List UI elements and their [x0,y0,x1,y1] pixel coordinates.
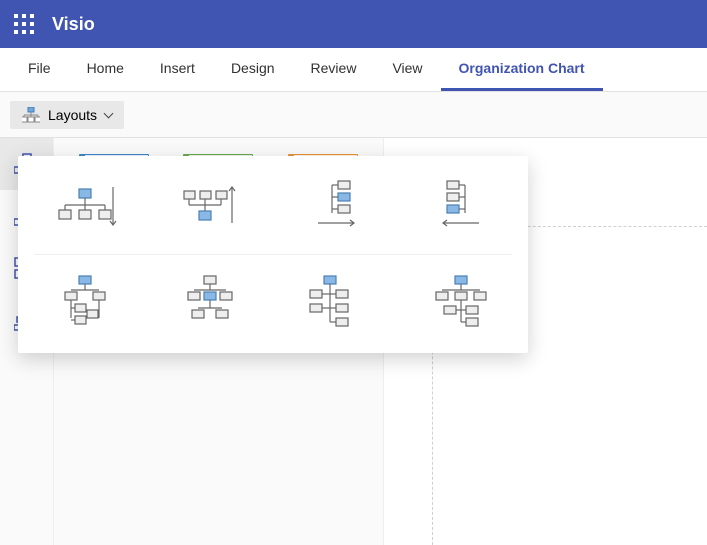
tab-view[interactable]: View [374,48,440,91]
tab-insert[interactable]: Insert [142,48,213,91]
tab-design[interactable]: Design [213,48,293,91]
layout-option-horizontal-center-down[interactable] [22,164,148,250]
layout-option-vertical-right[interactable] [399,164,525,250]
titlebar: Visio [0,0,707,48]
layouts-button[interactable]: Layouts [10,101,124,129]
layout-option-hybrid-2[interactable] [148,259,274,345]
layouts-flyout [18,156,528,353]
layouts-button-label: Layouts [48,107,97,123]
ribbon-toolbar: Layouts [0,92,707,138]
chevron-down-icon [104,108,114,118]
tab-review[interactable]: Review [293,48,375,91]
tab-home[interactable]: Home [69,48,142,91]
tab-file[interactable]: File [10,48,69,91]
layout-option-vertical-left[interactable] [273,164,399,250]
layout-option-horizontal-right-up[interactable] [148,164,274,250]
org-chart-icon [22,107,40,123]
layout-option-hybrid-1[interactable] [22,259,148,345]
layout-option-side-by-side-center[interactable] [399,259,525,345]
ribbon-tabs: File Home Insert Design Review View Orga… [0,48,707,92]
app-title: Visio [52,14,95,35]
tab-organization-chart[interactable]: Organization Chart [441,48,603,91]
app-launcher-icon[interactable] [14,14,34,34]
layout-option-side-by-side-left[interactable] [273,259,399,345]
